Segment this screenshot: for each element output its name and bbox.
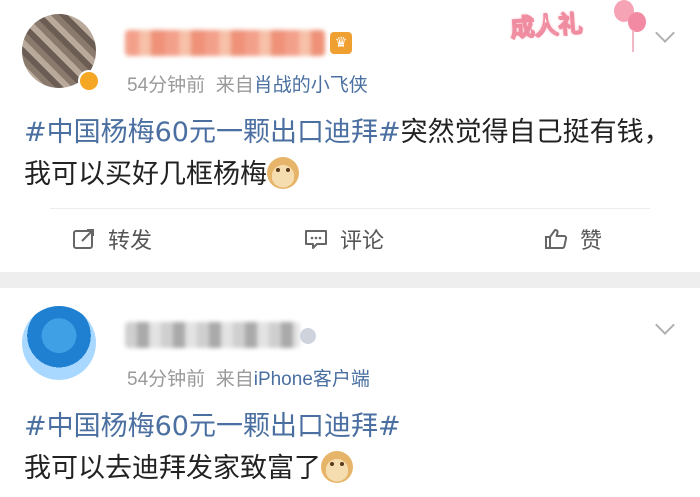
share-edit-icon [72,228,96,250]
from-prefix: 来自 [215,369,254,390]
divider [50,208,650,209]
blurred-username[interactable] [125,30,325,56]
doge-emoji-icon [267,157,299,189]
post-source[interactable]: iPhone客户端 [254,369,370,390]
crown-icon: ♛ [330,32,352,54]
post-time: 54分钟前 [127,75,206,96]
avatar[interactable] [22,306,96,380]
post-meta: 54分钟前 来自肖战的小飞侠 [127,70,368,97]
like-button[interactable]: 赞 [544,222,602,256]
hashtag-link[interactable]: #中国杨梅60元一颗出口迪拜# [24,411,401,442]
post-text: #中国杨梅60元一颗出口迪拜#突然觉得自己挺有钱，我可以买好几框杨梅 [24,112,684,196]
comment-label: 评论 [340,229,385,254]
feed-separator [0,272,700,288]
balloon-string [632,30,634,52]
like-label: 赞 [580,229,603,254]
doge-emoji-icon [321,451,353,483]
balloon-icon [628,12,646,32]
post-text: #中国杨梅60元一颗出口迪拜# 我可以去迪拜发家致富了 [24,406,684,490]
post-meta: 54分钟前 来自iPhone客户端 [127,364,370,391]
feed-post: ♛ 54分钟前 来自肖战的小飞侠 成人礼 #中国杨梅60元一颗出口迪拜#突然觉得… [0,0,700,272]
from-prefix: 来自 [215,75,254,96]
hashtag-link[interactable]: #中国杨梅60元一颗出口迪拜# [24,117,401,148]
thumbs-up-icon [544,228,568,250]
post-time: 54分钟前 [127,369,206,390]
post-body: 我可以去迪拜发家致富了 [24,453,321,484]
repost-label: 转发 [108,229,153,254]
repost-button[interactable]: 转发 [72,222,152,256]
user-badge-icon [300,328,316,344]
post-source[interactable]: 肖战的小飞侠 [254,75,368,96]
comment-button[interactable]: 评论 [304,222,384,256]
blurred-username[interactable] [125,322,300,348]
comment-icon [304,228,328,250]
verified-badge-icon [78,70,100,92]
ceremony-badge: 成人礼 [509,8,584,43]
chevron-down-icon[interactable] [655,23,675,43]
